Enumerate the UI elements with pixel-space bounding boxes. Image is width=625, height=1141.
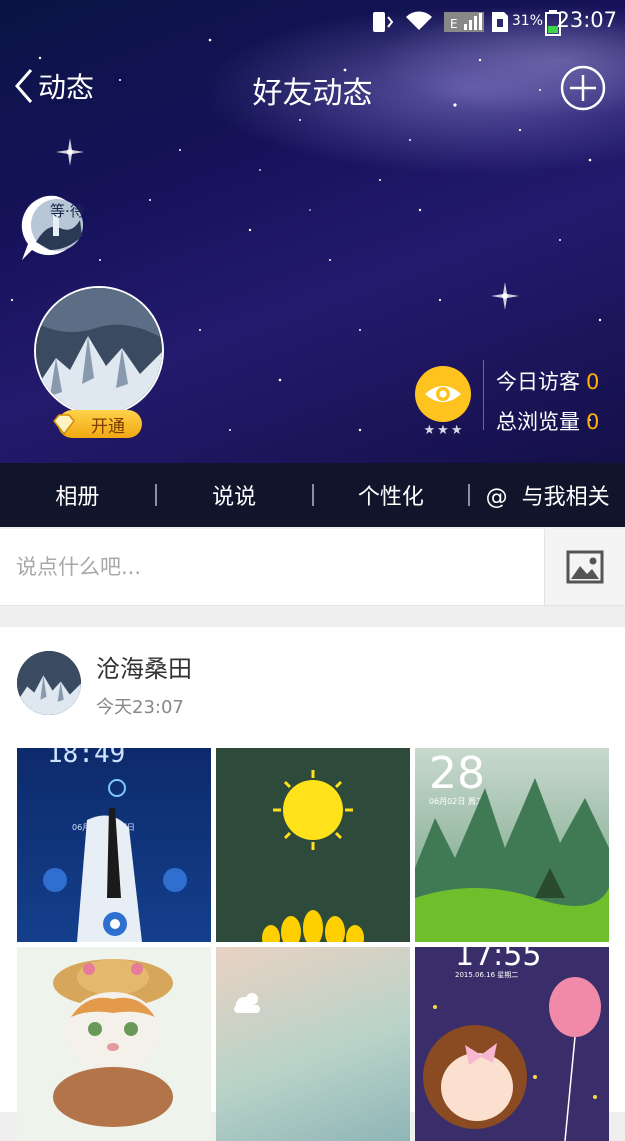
photo-image: 18:49 06月07日 星期日	[43, 748, 187, 942]
visitor-eye-button[interactable]	[415, 366, 471, 422]
user-avatar[interactable]	[34, 286, 164, 416]
back-button[interactable]: 动态	[14, 64, 94, 108]
eye-icon	[425, 386, 461, 402]
image-icon	[566, 550, 604, 584]
back-label: 动态	[38, 71, 95, 104]
status-composer: 说点什么吧...	[0, 529, 625, 606]
tab-shuoshuo-label: 说说	[212, 485, 257, 510]
post-timestamp: 今天23:07	[96, 697, 184, 718]
photo-screen-time: 18:49	[47, 748, 125, 769]
photo-image: 28 06月02日 周二	[415, 748, 609, 942]
today-visitors-label: 今日访客	[496, 370, 580, 394]
nav-bar: 动态 好友动态	[0, 56, 625, 118]
photo-screen-date: 2015.06.16 星期二	[455, 971, 518, 979]
vip-label: 开通	[91, 416, 125, 437]
photo-screen-date: 06月02日 周二	[429, 797, 484, 806]
stats-divider	[483, 360, 484, 430]
avatar-image	[36, 288, 162, 414]
sim-card-icon	[492, 12, 508, 32]
at-icon: @	[485, 485, 508, 510]
profile-header: E 31% 23:07 动态 好友动态 等·待 开通 ★★★ 今日访客 0 总浏…	[0, 0, 625, 463]
status-bar: E 31% 23:07	[0, 0, 625, 44]
tab-mentions[interactable]: @ 与我相关	[470, 479, 625, 511]
tab-mentions-label: 与我相关	[521, 485, 610, 510]
chevron-left-icon	[15, 69, 33, 103]
post-author-avatar[interactable]	[17, 651, 81, 715]
post-input[interactable]: 说点什么吧...	[16, 529, 141, 605]
photo-thumb[interactable]	[216, 748, 410, 942]
tab-personalize[interactable]: 个性化	[314, 479, 469, 511]
tab-album-label: 相册	[55, 485, 100, 510]
wifi-icon	[406, 11, 432, 30]
photo-screen-time: 28	[429, 748, 485, 799]
feed-post: 沧海桑田 今天23:07 18:49 06月07日 星期日	[0, 627, 625, 1141]
total-views-label: 总浏览量	[496, 410, 580, 434]
add-icon[interactable]	[559, 64, 607, 112]
photo-screen-time: 17:55	[455, 947, 541, 973]
network-type-label: E	[450, 17, 458, 31]
total-views[interactable]: 总浏览量 0	[496, 406, 599, 436]
photo-thumb[interactable]: 28 06月02日 周二	[415, 748, 609, 942]
profile-tab-bar: 相册 说说 个性化 @ 与我相关	[0, 463, 625, 527]
total-views-value: 0	[586, 410, 600, 434]
photo-image	[262, 770, 364, 942]
mood-sticker[interactable]: 等·待	[20, 192, 92, 264]
tab-personalize-label: 个性化	[357, 485, 424, 510]
sticker-text: 等·待	[50, 202, 85, 220]
phone-vibrate-icon	[373, 12, 394, 32]
tab-album[interactable]: 相册	[0, 479, 155, 511]
photo-thumb[interactable]: 18:49 06月07日 星期日	[17, 748, 211, 942]
battery-percent: 31%	[511, 13, 543, 29]
today-visitors-value: 0	[586, 370, 600, 394]
post-author-name[interactable]: 沧海桑田	[96, 649, 192, 684]
add-photo-button[interactable]	[544, 529, 625, 605]
vip-open-button[interactable]: 开通	[53, 410, 142, 438]
diamond-icon	[53, 414, 75, 436]
author-avatar-image	[17, 651, 81, 715]
status-time: 23:07	[556, 8, 617, 32]
today-visitors[interactable]: 今日访客 0	[496, 366, 599, 396]
tab-shuoshuo[interactable]: 说说	[157, 479, 312, 511]
rating-stars: ★★★	[423, 423, 465, 438]
